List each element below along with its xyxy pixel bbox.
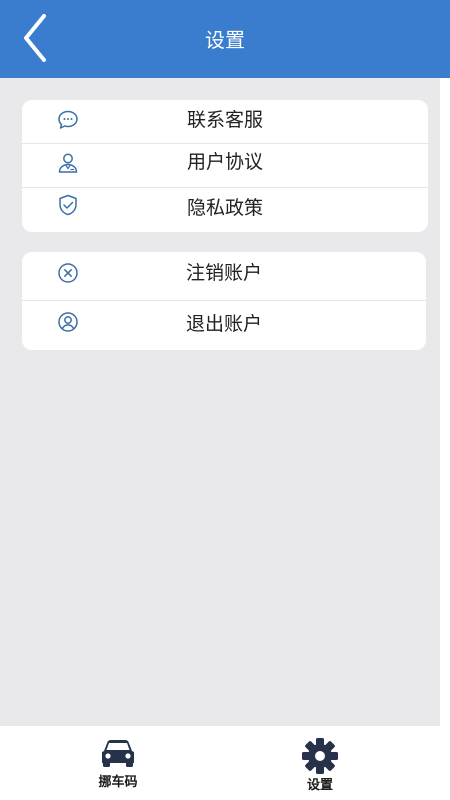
menu-item-user-agreement[interactable]: 用户协议 <box>22 143 428 187</box>
divider <box>22 143 428 144</box>
menu-item-logout[interactable]: 退出账户 <box>22 300 426 344</box>
settings-content: 联系客服 用户协议 隐私政策 注销账户 退出账户 <box>0 78 440 726</box>
divider <box>22 300 426 301</box>
menu-item-contact-support[interactable]: 联系客服 <box>22 100 428 144</box>
menu-item-label: 退出账户 <box>185 313 262 335</box>
menu-item-label: 注销账户 <box>185 262 262 284</box>
bottom-tab-bar: 挪车码 设置 <box>0 726 450 800</box>
tab-settings[interactable]: 设置 <box>275 726 365 800</box>
menu-item-privacy-policy[interactable]: 隐私政策 <box>22 187 428 231</box>
gear-icon <box>302 738 338 774</box>
tab-label: 设置 <box>306 778 333 793</box>
menu-item-label: 联系客服 <box>186 109 263 131</box>
tab-move-car-code[interactable]: 挪车码 <box>73 726 163 800</box>
edge-strip <box>440 78 450 726</box>
divider <box>22 187 428 188</box>
menu-item-label: 隐私政策 <box>186 197 263 219</box>
page-title: 设置 <box>205 28 245 52</box>
car-icon <box>102 740 134 767</box>
tab-label: 挪车码 <box>98 775 138 790</box>
settings-card-support: 联系客服 用户协议 隐私政策 <box>22 100 428 232</box>
header-bar: 设置 <box>0 0 450 78</box>
menu-item-label: 用户协议 <box>186 151 263 173</box>
menu-item-delete-account[interactable]: 注销账户 <box>22 252 426 296</box>
settings-card-account: 注销账户 退出账户 <box>22 252 426 350</box>
